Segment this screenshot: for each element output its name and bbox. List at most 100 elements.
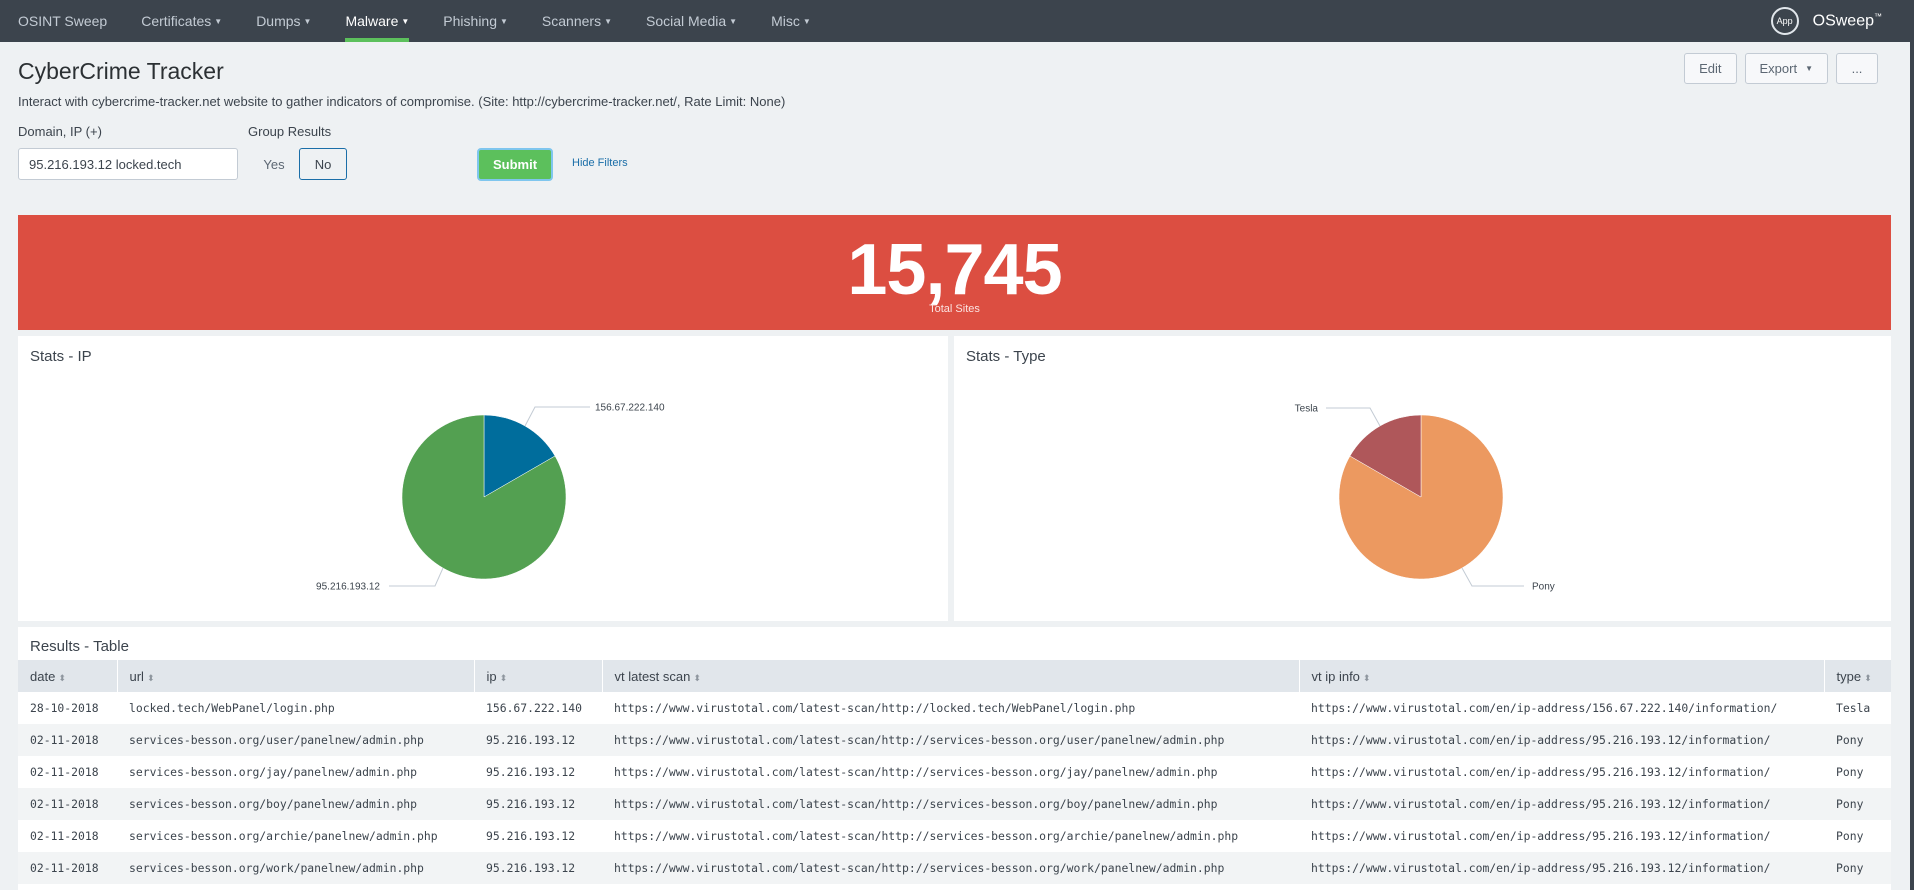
- nav-label: Scanners: [541, 13, 602, 29]
- cell-date[interactable]: 28-10-2018: [18, 692, 117, 724]
- pie-leader-line: [1326, 407, 1381, 427]
- cell-type[interactable]: Pony: [1824, 852, 1891, 884]
- column-header-url[interactable]: url ⬍: [116, 660, 474, 692]
- table-row[interactable]: 02-11-2018 services-besson.org/jay/paneln…: [18, 756, 1891, 788]
- hide-filters-link[interactable]: Hide Filters: [572, 157, 628, 169]
- column-header-vt-ip-info[interactable]: vt ip info ⬍: [1298, 660, 1824, 692]
- export-button[interactable]: Export ▼: [1744, 53, 1828, 84]
- cell-vt-latest-scan[interactable]: https://www.virustotal.com/latest-scan/h…: [602, 724, 1299, 756]
- trademark: ™: [1874, 11, 1882, 21]
- cell-date[interactable]: 02-11-2018: [18, 820, 117, 852]
- cell-ip[interactable]: 95.216.193.12: [474, 724, 602, 756]
- results-table-panel: Results - Table date ⬍ url ⬍ ip ⬍ vt latest…: [18, 627, 1891, 890]
- column-label: url: [129, 668, 144, 684]
- column-label: vt latest scan: [614, 668, 691, 684]
- cell-type[interactable]: Pony: [1824, 724, 1891, 756]
- cell-vt-ip-info[interactable]: https://www.virustotal.com/en/ip-address…: [1299, 852, 1824, 884]
- nav-certificates[interactable]: Certificates ▼: [124, 0, 239, 42]
- cell-url[interactable]: services-besson.org/boy/panelnew/admin.p…: [117, 788, 474, 820]
- column-label: ip: [486, 668, 497, 684]
- app-brand[interactable]: App OSweep™: [1770, 0, 1882, 42]
- nav-malware[interactable]: Malware ▼: [328, 0, 426, 42]
- domain-ip-input[interactable]: [18, 148, 238, 180]
- pie-leader-line: [389, 567, 444, 587]
- caret-down-icon: ▼: [214, 16, 223, 26]
- column-header-date[interactable]: date ⬍: [18, 660, 117, 692]
- cell-date[interactable]: 02-11-2018: [18, 852, 117, 884]
- cell-vt-latest-scan[interactable]: https://www.virustotal.com/latest-scan/h…: [602, 788, 1299, 820]
- cell-type[interactable]: Pony: [1824, 820, 1891, 852]
- nav-phishing[interactable]: Phishing ▼: [426, 0, 525, 42]
- cell-type[interactable]: Pony: [1824, 788, 1891, 820]
- results-table: date ⬍ url ⬍ ip ⬍ vt latest scan ⬍ vt ip inf…: [18, 660, 1891, 884]
- top-nav: OSINT Sweep Certificates ▼ Dumps ▼ Malware…: [0, 0, 1910, 42]
- cell-vt-latest-scan[interactable]: https://www.virustotal.com/latest-scan/h…: [602, 756, 1299, 788]
- column-header-vt-latest-scan[interactable]: vt latest scan ⬍: [601, 660, 1299, 692]
- sort-icon: ⬍: [58, 672, 66, 683]
- pie-label: 156.67.222.140: [595, 403, 665, 414]
- nav-misc[interactable]: Misc ▼: [754, 0, 828, 42]
- cell-url[interactable]: services-besson.org/work/panelnew/admin.…: [117, 852, 474, 884]
- column-header-ip[interactable]: ip ⬍: [473, 660, 602, 692]
- page-title: CyberCrime Tracker: [18, 58, 224, 84]
- caret-down-icon: ▼: [401, 16, 410, 26]
- table-row[interactable]: 02-11-2018 services-besson.org/boy/paneln…: [18, 788, 1891, 820]
- cell-url[interactable]: services-besson.org/archie/panelnew/admi…: [117, 820, 474, 852]
- cell-type[interactable]: Tesla: [1824, 692, 1891, 724]
- cell-date[interactable]: 02-11-2018: [18, 788, 117, 820]
- cell-date[interactable]: 02-11-2018: [18, 756, 117, 788]
- cell-vt-ip-info[interactable]: https://www.virustotal.com/en/ip-address…: [1299, 692, 1824, 724]
- cell-vt-latest-scan[interactable]: https://www.virustotal.com/latest-scan/h…: [602, 852, 1299, 884]
- results-table-title: Results - Table: [30, 638, 129, 655]
- nav-social-media[interactable]: Social Media ▼: [629, 0, 754, 42]
- cell-ip[interactable]: 95.216.193.12: [474, 820, 602, 852]
- cell-vt-latest-scan[interactable]: https://www.virustotal.com/latest-scan/h…: [602, 692, 1299, 724]
- sort-icon: ⬍: [1362, 672, 1371, 683]
- cell-vt-latest-scan[interactable]: https://www.virustotal.com/latest-scan/h…: [602, 820, 1299, 852]
- window-edge: [1910, 0, 1914, 890]
- cell-url[interactable]: services-besson.org/jay/panelnew/admin.p…: [117, 756, 474, 788]
- cell-vt-ip-info[interactable]: https://www.virustotal.com/en/ip-address…: [1299, 788, 1824, 820]
- pie-label: Tesla: [1295, 404, 1319, 415]
- sort-icon: ⬍: [1864, 672, 1872, 683]
- sort-icon: ⬍: [499, 672, 508, 683]
- cell-ip[interactable]: 95.216.193.12: [474, 756, 602, 788]
- total-sites-panel: 15,745 Total Sites: [18, 215, 1891, 330]
- cell-ip[interactable]: 95.216.193.12: [474, 852, 602, 884]
- table-row[interactable]: 02-11-2018 services-besson.org/work/panel…: [18, 852, 1891, 884]
- nav-dumps[interactable]: Dumps ▼: [239, 0, 328, 42]
- nav-scanners[interactable]: Scanners ▼: [525, 0, 629, 42]
- cell-url[interactable]: services-besson.org/user/panelnew/admin.…: [117, 724, 474, 756]
- cell-ip[interactable]: 95.216.193.12: [474, 788, 602, 820]
- cell-vt-ip-info[interactable]: https://www.virustotal.com/en/ip-address…: [1299, 756, 1824, 788]
- stats-ip-panel: Stats - IP 156.67.222.140 95.216.193.12: [18, 336, 948, 621]
- more-actions-button[interactable]: ...: [1836, 53, 1878, 84]
- column-header-type[interactable]: type ⬍: [1823, 660, 1891, 692]
- app-name-text: OSweep: [1812, 12, 1874, 30]
- nav-osint-sweep[interactable]: OSINT Sweep: [0, 0, 124, 42]
- caret-down-icon: ▼: [729, 16, 738, 26]
- edit-button[interactable]: Edit: [1684, 53, 1737, 84]
- group-yes-option[interactable]: Yes: [256, 148, 292, 180]
- table-row[interactable]: 02-11-2018 services-besson.org/user/panel…: [18, 724, 1891, 756]
- cell-type[interactable]: Pony: [1824, 756, 1891, 788]
- pie-leader-line: [1461, 567, 1524, 587]
- group-no-option[interactable]: No: [299, 148, 347, 180]
- edit-label: Edit: [1699, 61, 1722, 76]
- nav-label: Phishing: [443, 13, 497, 29]
- cell-vt-ip-info[interactable]: https://www.virustotal.com/en/ip-address…: [1299, 724, 1824, 756]
- caret-down-icon: ▼: [1805, 64, 1813, 73]
- cell-vt-ip-info[interactable]: https://www.virustotal.com/en/ip-address…: [1299, 820, 1824, 852]
- table-row[interactable]: 28-10-2018 locked.tech/WebPanel/login.php…: [18, 692, 1891, 724]
- app-icon: App: [1770, 7, 1799, 35]
- domain-ip-label: Domain, IP (+): [18, 124, 102, 139]
- caret-down-icon: ▼: [802, 16, 811, 26]
- cell-date[interactable]: 02-11-2018: [18, 724, 117, 756]
- cell-ip[interactable]: 156.67.222.140: [474, 692, 602, 724]
- table-row[interactable]: 02-11-2018 services-besson.org/archie/pan…: [18, 820, 1891, 852]
- cell-url[interactable]: locked.tech/WebPanel/login.php: [117, 692, 474, 724]
- stats-ip-pie-chart: 156.67.222.140 95.216.193.12: [316, 403, 665, 593]
- caret-down-icon: ▼: [303, 16, 312, 26]
- sort-icon: ⬍: [693, 672, 701, 683]
- submit-button[interactable]: Submit: [477, 148, 553, 181]
